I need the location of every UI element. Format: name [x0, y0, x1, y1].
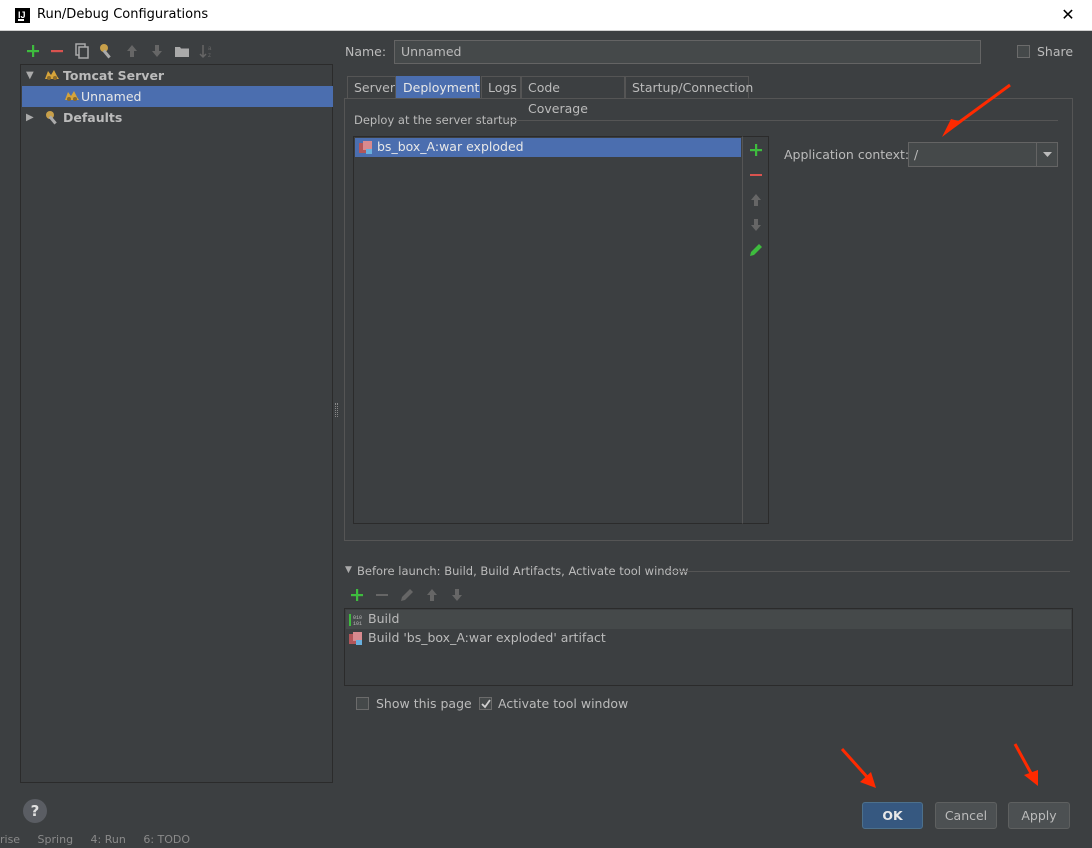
- activate-tool-window-label: Activate tool window: [498, 696, 629, 711]
- svg-text:101: 101: [353, 621, 362, 627]
- folder-icon[interactable]: [173, 42, 191, 60]
- list-actions: [742, 136, 769, 524]
- divider: [667, 571, 1070, 572]
- help-button[interactable]: ?: [23, 799, 47, 823]
- add-icon[interactable]: [747, 141, 765, 159]
- edit-icon[interactable]: [747, 241, 765, 259]
- activate-tool-window-checkbox[interactable]: [479, 697, 492, 710]
- window-title: Run/Debug Configurations: [37, 7, 209, 22]
- build-label: Build: [368, 611, 400, 626]
- tab-deployment[interactable]: Deployment: [396, 76, 480, 98]
- collapse-arrow-icon[interactable]: ▶: [26, 107, 34, 128]
- context-label: Application context:: [784, 147, 910, 162]
- svg-text:IJ: IJ: [18, 10, 26, 20]
- apply-button[interactable]: Apply: [1008, 802, 1070, 829]
- arrow-annotation-icon: [938, 82, 1018, 142]
- tree-item-label: Tomcat Server: [63, 68, 165, 83]
- move-down-icon[interactable]: [747, 216, 765, 234]
- close-icon[interactable]: ✕: [1058, 5, 1078, 25]
- build-artifact-label: Build 'bs_box_A:war exploded' artifact: [368, 630, 606, 645]
- tab-server[interactable]: Server: [347, 76, 396, 98]
- svg-text:a: a: [208, 46, 212, 52]
- tree-item-tomcat-server[interactable]: ▼ Tomcat Server: [22, 65, 333, 86]
- tree-item-label: Unnamed: [81, 89, 142, 104]
- remove-icon[interactable]: [48, 42, 66, 60]
- remove-icon[interactable]: [747, 166, 765, 184]
- list-item[interactable]: 010 101 Build: [346, 610, 1071, 629]
- intellij-logo-icon: IJ: [15, 8, 30, 23]
- tree-item-label: Defaults: [63, 110, 123, 125]
- tab-startup-connection[interactable]: Startup/Connection: [625, 76, 753, 98]
- move-up-icon[interactable]: [123, 42, 141, 60]
- arrow-annotation-icon: [838, 746, 883, 791]
- sort-icon[interactable]: az: [198, 42, 216, 60]
- share-checkbox[interactable]: [1017, 45, 1030, 58]
- remove-icon[interactable]: [373, 586, 391, 604]
- move-down-icon[interactable]: [448, 586, 466, 604]
- artifact-list[interactable]: bs_box_A:war exploded: [353, 136, 743, 524]
- svg-text:z: z: [208, 53, 211, 59]
- splitter-handle[interactable]: [335, 403, 338, 417]
- name-label: Name:: [345, 44, 387, 59]
- configuration-tree: ▼ Tomcat Server Unnamed ▶ Defaults: [20, 64, 333, 783]
- edit-defaults-icon[interactable]: [98, 42, 116, 60]
- tomcat-icon: [64, 88, 80, 104]
- tab-logs[interactable]: Logs: [481, 76, 521, 98]
- artifact-icon: [358, 140, 373, 155]
- application-context-combobox[interactable]: /: [908, 142, 1058, 167]
- edit-icon[interactable]: [398, 586, 416, 604]
- tree-item-defaults[interactable]: ▶ Defaults: [22, 107, 333, 128]
- artifact-icon: [348, 631, 363, 646]
- move-up-icon[interactable]: [747, 191, 765, 209]
- before-launch-list[interactable]: 010 101 Build Build 'bs_box_A:war explode…: [344, 608, 1073, 686]
- show-page-checkbox[interactable]: [356, 697, 369, 710]
- status-bar: rise Spring 4: Run 6: TODO: [0, 833, 1092, 848]
- show-page-label: Show this page: [376, 696, 472, 711]
- tree-item-unnamed[interactable]: Unnamed: [22, 86, 333, 107]
- artifact-label: bs_box_A:war exploded: [377, 139, 524, 154]
- wrench-icon: [44, 109, 60, 125]
- chevron-down-icon[interactable]: [1036, 143, 1057, 166]
- title-bar: IJ Run/Debug Configurations ✕: [0, 0, 1092, 31]
- cancel-button[interactable]: Cancel: [935, 802, 997, 829]
- collapse-arrow-icon[interactable]: ▼: [345, 565, 352, 575]
- ok-button[interactable]: OK: [862, 802, 923, 829]
- expand-arrow-icon[interactable]: ▼: [26, 65, 34, 86]
- build-icon: 010 101: [348, 612, 364, 628]
- section-title: Deploy at the server startup: [354, 113, 518, 127]
- arrow-annotation-icon: [1010, 741, 1050, 789]
- name-input[interactable]: Unnamed: [394, 40, 981, 64]
- before-launch-title: Before launch: Build, Build Artifacts, A…: [357, 564, 689, 578]
- copy-icon[interactable]: [73, 42, 91, 60]
- status-text: rise Spring 4: Run 6: TODO: [0, 833, 191, 846]
- add-icon[interactable]: [348, 586, 366, 604]
- move-up-icon[interactable]: [423, 586, 441, 604]
- move-down-icon[interactable]: [148, 42, 166, 60]
- list-item[interactable]: Build 'bs_box_A:war exploded' artifact: [346, 629, 1071, 648]
- context-value: /: [914, 147, 919, 162]
- share-label: Share: [1037, 44, 1074, 59]
- add-icon[interactable]: [24, 42, 42, 60]
- list-item[interactable]: bs_box_A:war exploded: [355, 138, 741, 157]
- tab-code-coverage[interactable]: Code Coverage: [521, 76, 625, 116]
- tomcat-icon: [44, 67, 60, 83]
